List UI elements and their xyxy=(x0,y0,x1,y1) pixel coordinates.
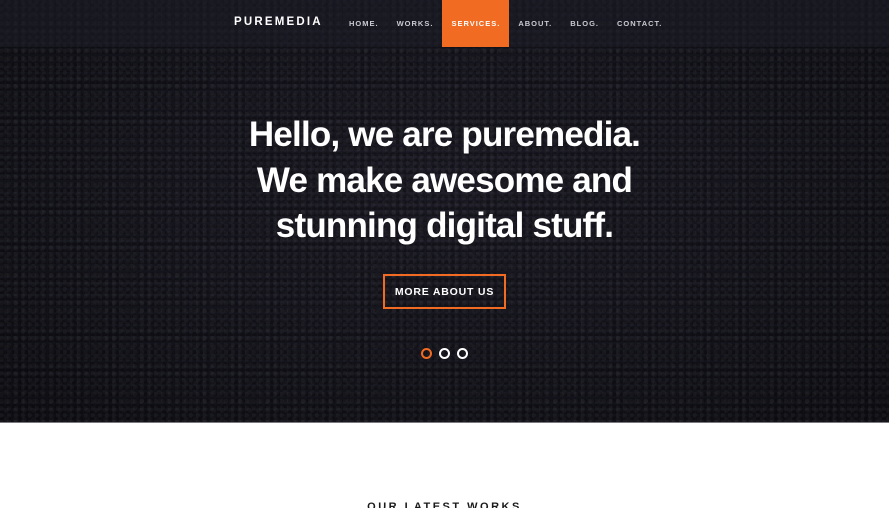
nav-item-home[interactable]: HOME. xyxy=(340,0,388,47)
nav-item-about[interactable]: ABOUT. xyxy=(509,0,561,47)
latest-works-title: OUR LATEST WORKS xyxy=(367,501,522,508)
headline-line: We make awesome and xyxy=(256,160,633,200)
headline-line: Hello, we are puremedia. xyxy=(248,115,641,154)
slider-dot-1[interactable] xyxy=(421,348,432,359)
headline-line: stunning digital stuff. xyxy=(275,206,614,245)
navbar: PUREMEDIA HOME. WORKS. SERVICES. ABOUT. … xyxy=(0,0,889,47)
main-nav: HOME. WORKS. SERVICES. ABOUT. BLOG. CONT… xyxy=(340,0,671,47)
brand-logo[interactable]: PUREMEDIA xyxy=(234,16,323,28)
nav-item-blog[interactable]: BLOG. xyxy=(561,0,608,47)
hero-headline: Hello, we are puremedia. We make awesome… xyxy=(0,112,889,249)
slider-dot-3[interactable] xyxy=(457,348,468,359)
more-about-us-button[interactable]: MORE ABOUT US xyxy=(383,274,506,309)
slider-dot-2[interactable] xyxy=(439,348,450,359)
nav-item-services[interactable]: SERVICES. xyxy=(442,0,510,47)
nav-item-contact[interactable]: CONTACT. xyxy=(608,0,671,47)
slider-pagination xyxy=(421,348,468,359)
nav-item-works[interactable]: WORKS. xyxy=(388,0,443,47)
hero-section: PUREMEDIA HOME. WORKS. SERVICES. ABOUT. … xyxy=(0,0,889,423)
